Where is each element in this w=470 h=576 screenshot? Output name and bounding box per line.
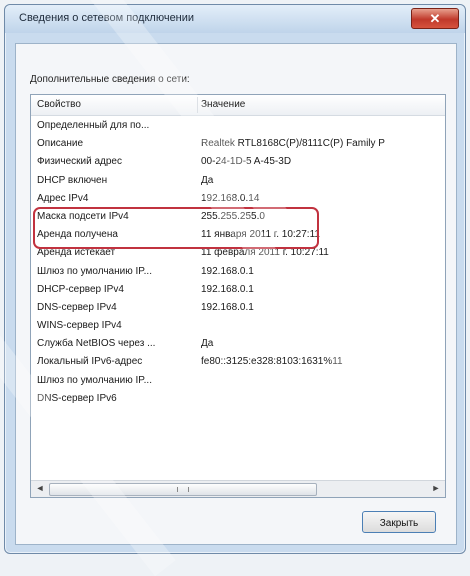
table-row[interactable]: DNS-сервер IPv6 <box>31 390 445 408</box>
details-list[interactable]: Свойство Значение Определенный для по...… <box>30 94 446 498</box>
dialog-window: Сведения о сетевом подключении ✕ Дополни… <box>4 4 466 554</box>
row-property: DHCP включен <box>37 174 108 186</box>
column-header-value[interactable]: Значение <box>201 99 245 110</box>
row-value: fe80::3125:e328:8103:1631%11 <box>201 356 343 368</box>
row-property: Физический адрес <box>37 156 122 168</box>
table-row[interactable]: Физический адрес 00-24-1D-5 A-45-3D <box>31 153 445 171</box>
row-property: DNS-сервер IPv4 <box>37 301 117 313</box>
row-value: 192.168.0.1 <box>201 283 254 295</box>
table-row[interactable]: DHCP-сервер IPv4 192.168.0.1 <box>31 281 445 299</box>
table-row[interactable]: Адрес IPv4 192.168.0.14 <box>31 190 445 208</box>
close-button[interactable]: Закрыть <box>362 511 436 533</box>
column-divider[interactable] <box>197 97 198 113</box>
row-property: Шлюз по умолчанию IP... <box>37 265 152 277</box>
scroll-thumb[interactable] <box>49 483 317 496</box>
table-row[interactable]: Шлюз по умолчанию IP... <box>31 372 445 390</box>
grip-icon <box>177 487 189 492</box>
row-value: 192.168.0.1 <box>201 301 254 313</box>
row-property: Описание <box>37 138 84 150</box>
row-value: Realtek RTL8168C(P)/8111C(P) Family P <box>201 138 385 150</box>
list-rows: Определенный для по... Описание Realtek RT… <box>31 117 445 408</box>
column-header-property[interactable]: Свойство <box>37 99 81 110</box>
row-value: Да <box>201 338 214 350</box>
table-row[interactable]: Локальный IPv6-адрес fe80::3125:e328:8103… <box>31 353 445 371</box>
row-property: Локальный IPv6-адрес <box>37 356 143 368</box>
scroll-left-icon[interactable]: ◄ <box>33 482 47 495</box>
row-property: DNS-сервер IPv6 <box>37 392 117 404</box>
details-caption: Дополнительные сведения о сети: <box>30 74 190 85</box>
row-value: Да <box>201 174 214 186</box>
table-row[interactable]: Описание Realtek RTL8168C(P)/8111C(P) Fam… <box>31 135 445 153</box>
table-row[interactable]: DHCP включен Да <box>31 172 445 190</box>
row-property: Определенный для по... <box>37 120 150 131</box>
scroll-right-icon[interactable]: ► <box>429 482 443 495</box>
close-icon[interactable]: ✕ <box>411 8 459 29</box>
row-property: WINS-сервер IPv4 <box>37 320 122 332</box>
highlight-annotation <box>33 207 319 249</box>
row-property: DHCP-сервер IPv4 <box>37 283 124 295</box>
table-row[interactable]: DNS-сервер IPv4 192.168.0.1 <box>31 299 445 317</box>
table-row[interactable]: Шлюз по умолчанию IP... 192.168.0.1 <box>31 263 445 281</box>
table-row[interactable]: Служба NetBIOS через ... Да <box>31 335 445 353</box>
horizontal-scrollbar[interactable]: ◄ ► <box>31 480 445 497</box>
row-value: 00-24-1D-5 A-45-3D <box>201 156 292 168</box>
title-bar[interactable]: Сведения о сетевом подключении ✕ <box>5 5 465 33</box>
table-row[interactable]: Определенный для по... <box>31 117 445 135</box>
row-property: Служба NetBIOS через ... <box>37 338 156 350</box>
table-row[interactable]: WINS-сервер IPv4 <box>31 317 445 335</box>
dialog-body: Дополнительные сведения о сети: Свойство… <box>15 43 457 545</box>
row-property: Адрес IPv4 <box>37 192 89 204</box>
list-header: Свойство Значение <box>31 95 445 116</box>
window-title: Сведения о сетевом подключении <box>19 12 195 24</box>
row-value: 192.168.0.14 <box>201 192 260 204</box>
row-value: 192.168.0.1 <box>201 265 254 277</box>
row-property: Шлюз по умолчанию IP... <box>37 374 152 386</box>
